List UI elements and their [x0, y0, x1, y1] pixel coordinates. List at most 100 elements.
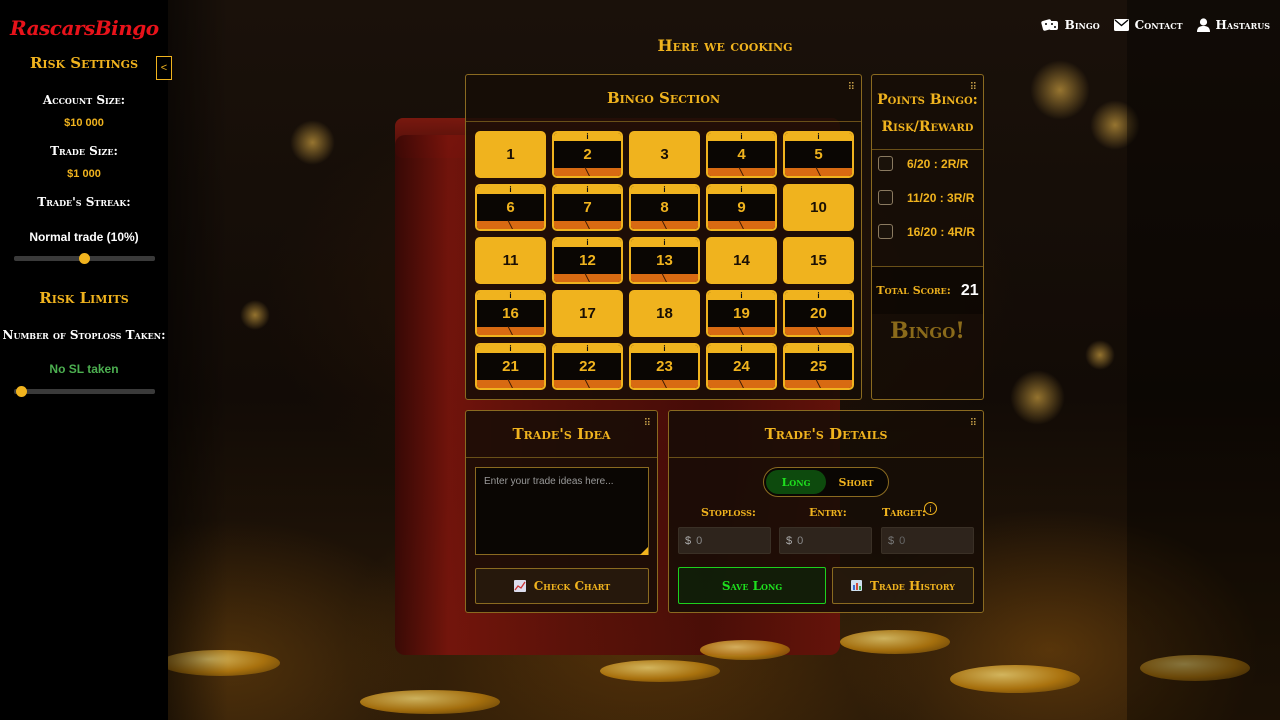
collapse-sidebar-button[interactable]: < — [156, 56, 172, 80]
pen-icon[interactable]: ╲ — [585, 380, 590, 388]
bokeh-light — [1030, 60, 1090, 120]
cell-top-bar: i — [631, 186, 698, 194]
bingo-cell[interactable]: i ╲ 21 — [475, 343, 546, 390]
pen-icon[interactable]: ╲ — [816, 327, 821, 335]
entry-input[interactable]: $ 0 — [779, 527, 872, 554]
long-option[interactable]: Long — [766, 470, 826, 494]
info-icon[interactable]: i — [817, 345, 819, 353]
bingo-cell[interactable]: 17 — [552, 290, 623, 337]
bingo-cell[interactable]: 15 — [783, 237, 854, 284]
info-icon[interactable]: i — [586, 345, 588, 353]
check-chart-button[interactable]: Check Chart — [475, 568, 649, 604]
info-icon[interactable]: i — [663, 345, 665, 353]
pen-icon[interactable]: ╲ — [739, 327, 744, 335]
trade-idea-input[interactable] — [475, 467, 649, 555]
drag-handle-icon[interactable]: ⠿ — [970, 419, 977, 429]
stoploss-slider[interactable] — [14, 386, 155, 397]
pen-icon[interactable]: ╲ — [816, 168, 821, 176]
page-title: Here we cooking — [657, 36, 793, 55]
stoploss-label: Stoploss: — [701, 506, 756, 519]
bingo-cell[interactable]: i ╲ 6 — [475, 184, 546, 231]
bingo-cell-number: 5 — [814, 146, 823, 163]
points-option[interactable]: 6/20 : 2R/R — [878, 156, 968, 171]
points-option-checkbox[interactable] — [878, 224, 893, 239]
points-option[interactable]: 16/20 : 4R/R — [878, 224, 975, 239]
pen-icon[interactable]: ╲ — [585, 274, 590, 282]
bingo-cell[interactable]: i ╲ 2 — [552, 131, 623, 178]
info-icon[interactable]: i — [509, 292, 511, 300]
pen-icon[interactable]: ╲ — [508, 327, 513, 335]
bingo-cell[interactable]: 10 — [783, 184, 854, 231]
pen-icon[interactable]: ╲ — [662, 380, 667, 388]
bingo-cell[interactable]: i ╲ 8 — [629, 184, 700, 231]
bingo-cell[interactable]: i ╲ 19 — [706, 290, 777, 337]
points-option[interactable]: 11/20 : 3R/R — [878, 190, 974, 205]
nav-contact[interactable]: Contact — [1113, 18, 1183, 32]
info-icon[interactable]: i — [817, 292, 819, 300]
nav-user[interactable]: Hastarus — [1196, 18, 1270, 32]
pen-icon[interactable]: ╲ — [662, 274, 667, 282]
save-long-button[interactable]: Save Long — [678, 567, 826, 604]
resize-handle-icon[interactable] — [640, 547, 648, 555]
info-icon[interactable]: i — [924, 502, 937, 515]
nav-bingo[interactable]: Bingo — [1040, 18, 1100, 32]
info-icon[interactable]: i — [740, 345, 742, 353]
pen-icon[interactable]: ╲ — [508, 221, 513, 229]
info-icon[interactable]: i — [509, 186, 511, 194]
info-icon[interactable]: i — [586, 133, 588, 141]
cell-bottom-bar: ╲ — [554, 380, 621, 388]
bingo-cell[interactable]: 18 — [629, 290, 700, 337]
info-icon[interactable]: i — [586, 186, 588, 194]
bingo-cell[interactable]: i ╲ 25 — [783, 343, 854, 390]
drag-handle-icon[interactable]: ⠿ — [644, 419, 651, 429]
bingo-cell[interactable]: i ╲ 16 — [475, 290, 546, 337]
info-icon[interactable]: i — [663, 239, 665, 247]
pen-icon[interactable]: ╲ — [816, 380, 821, 388]
brand-logo[interactable]: RascarsBingo — [10, 16, 159, 40]
info-icon[interactable]: i — [817, 133, 819, 141]
gold-coin — [700, 640, 790, 660]
bingo-cell[interactable]: 1 — [475, 131, 546, 178]
cell-top-bar: i — [631, 239, 698, 247]
bingo-cell[interactable]: i ╲ 24 — [706, 343, 777, 390]
stoploss-input[interactable]: $ 0 — [678, 527, 771, 554]
pen-icon[interactable]: ╲ — [585, 221, 590, 229]
long-short-toggle[interactable]: Long Short — [763, 467, 889, 497]
info-icon[interactable]: i — [663, 186, 665, 194]
pen-icon[interactable]: ╲ — [739, 221, 744, 229]
info-icon[interactable]: i — [586, 239, 588, 247]
pen-icon[interactable]: ╲ — [585, 168, 590, 176]
bingo-cell[interactable]: i ╲ 5 — [783, 131, 854, 178]
bingo-cell[interactable]: 3 — [629, 131, 700, 178]
short-option[interactable]: Short — [826, 470, 886, 494]
slider-thumb[interactable] — [16, 386, 27, 397]
pen-icon[interactable]: ╲ — [508, 380, 513, 388]
bingo-cell[interactable]: 11 — [475, 237, 546, 284]
info-icon[interactable]: i — [740, 133, 742, 141]
pen-icon[interactable]: ╲ — [739, 168, 744, 176]
bingo-cell[interactable]: i ╲ 22 — [552, 343, 623, 390]
cell-top-bar: i — [554, 186, 621, 194]
info-icon[interactable]: i — [509, 345, 511, 353]
points-option-checkbox[interactable] — [878, 156, 893, 171]
pen-icon[interactable]: ╲ — [662, 221, 667, 229]
slider-thumb[interactable] — [79, 253, 90, 264]
bingo-cell[interactable]: 14 — [706, 237, 777, 284]
bingo-cell[interactable]: i ╲ 7 — [552, 184, 623, 231]
bingo-cell[interactable]: i ╲ 13 — [629, 237, 700, 284]
points-option-checkbox[interactable] — [878, 190, 893, 205]
pen-icon[interactable]: ╲ — [739, 380, 744, 388]
target-input[interactable]: $ 0 — [881, 527, 974, 554]
bingo-cell-number: 14 — [733, 252, 750, 269]
bingo-cell[interactable]: i ╲ 23 — [629, 343, 700, 390]
info-icon[interactable]: i — [740, 292, 742, 300]
points-panel: ⠿ Points Bingo: Risk/Reward 6/20 : 2R/R … — [871, 74, 984, 400]
bingo-cell[interactable]: i ╲ 9 — [706, 184, 777, 231]
trade-history-button[interactable]: Trade History — [832, 567, 974, 604]
trade-streak-slider[interactable] — [14, 253, 155, 264]
info-icon[interactable]: i — [740, 186, 742, 194]
bingo-cell[interactable]: i ╲ 4 — [706, 131, 777, 178]
bingo-cell[interactable]: i ╲ 12 — [552, 237, 623, 284]
drag-handle-icon[interactable]: ⠿ — [848, 83, 855, 93]
bingo-cell[interactable]: i ╲ 20 — [783, 290, 854, 337]
